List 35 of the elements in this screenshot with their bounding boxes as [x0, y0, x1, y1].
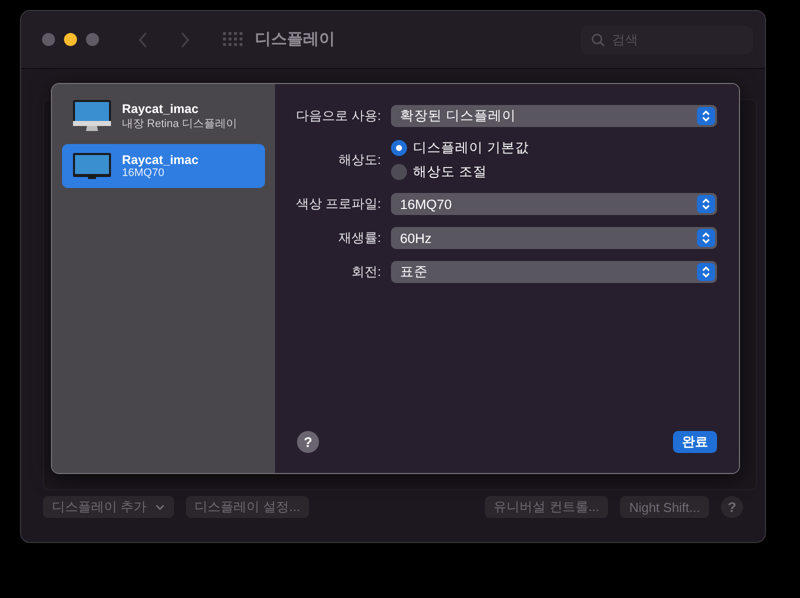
radio-option[interactable]: 해상도 조절 [391, 163, 717, 181]
zoom-button[interactable] [86, 33, 99, 46]
setting-label: 회전: [350, 263, 381, 281]
window-title: 디스플레이 [255, 30, 335, 50]
help-button[interactable]: ? [297, 431, 319, 453]
radio-button[interactable] [391, 140, 407, 156]
search-icon [591, 32, 605, 46]
popup-menu[interactable]: 16MQ70 [391, 193, 717, 215]
radio-button[interactable] [391, 164, 407, 180]
setting-label: 재생률: [337, 229, 381, 247]
stepper-icon [697, 229, 715, 247]
chevron-icon [154, 504, 165, 510]
grid-icon[interactable] [223, 32, 243, 48]
popup-menu[interactable]: 60Hz [391, 227, 717, 249]
display-item[interactable]: Raycat_imac 16MQ70 [62, 144, 265, 188]
popup-menu[interactable]: 확장된 디스플레이 [391, 105, 717, 127]
setting-label: 색상 프로파일: [294, 195, 381, 213]
display-item[interactable]: Raycat_imac 내장 Retina 디스플레이 [62, 94, 265, 138]
forward-icon[interactable] [179, 30, 191, 48]
setting-label: 해상도: [337, 151, 381, 169]
display-subtitle: 16MQ70 [122, 167, 166, 179]
display-name: Raycat_imac [122, 153, 198, 167]
imac-icon [72, 99, 112, 133]
back-icon[interactable] [137, 30, 149, 48]
stepper-icon [697, 195, 715, 213]
setting-label: 다음으로 사용: [294, 107, 381, 125]
stepper-icon [697, 263, 715, 281]
done-button[interactable]: 완료 [673, 431, 717, 453]
stepper-icon [697, 107, 715, 125]
close-button[interactable] [42, 33, 55, 46]
display-name: Raycat_imac [122, 102, 200, 116]
radio-option[interactable]: 디스플레이 기본값 [391, 139, 717, 157]
popup-menu[interactable]: 표준 [391, 261, 717, 283]
minimize-button[interactable] [64, 33, 77, 46]
display-subtitle: 내장 Retina 디스플레이 [122, 116, 237, 130]
